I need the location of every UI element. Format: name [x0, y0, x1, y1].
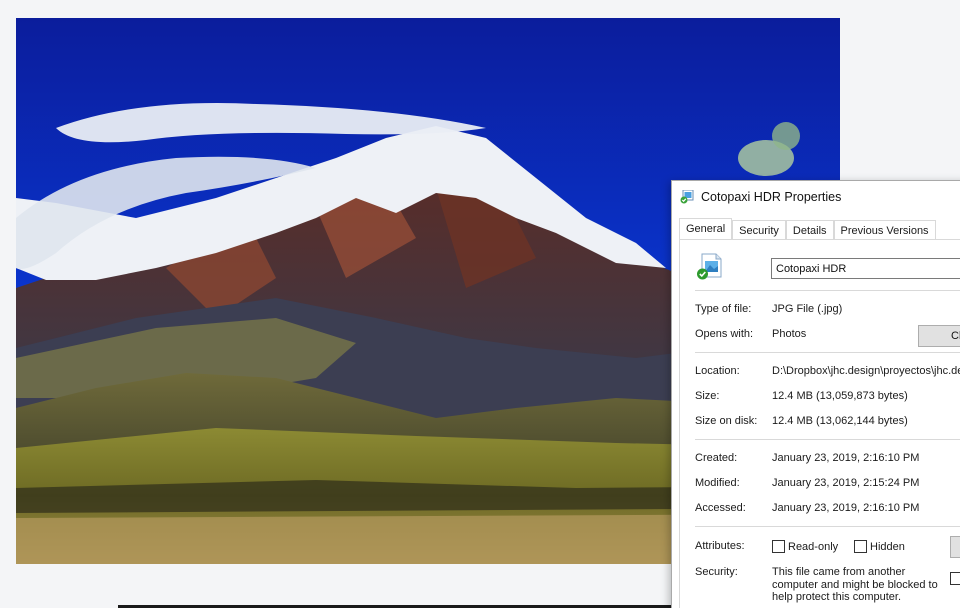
tab-previous-versions[interactable]: Previous Versions — [833, 220, 936, 240]
opens-with-value: Photos — [772, 328, 807, 340]
tab-strip: General Security Details Previous Versio… — [679, 218, 936, 240]
divider — [695, 290, 960, 291]
divider — [695, 526, 960, 527]
dialog-title: Cotopaxi HDR Properties — [701, 190, 842, 204]
general-panel: Type of file: JPG File (.jpg) Opens with… — [679, 239, 960, 608]
change-button[interactable]: Ch — [918, 325, 960, 347]
unblock-checkbox[interactable] — [950, 572, 960, 585]
tab-details[interactable]: Details — [785, 220, 834, 240]
location-label: Location: — [695, 365, 740, 377]
hidden-option[interactable]: Hidden — [854, 540, 905, 553]
hidden-label: Hidden — [870, 540, 905, 553]
size-on-disk-label: Size on disk: — [695, 415, 758, 427]
tab-general[interactable]: General — [679, 218, 733, 240]
hidden-checkbox[interactable] — [854, 540, 867, 553]
size-on-disk-value: 12.4 MB (13,062,144 bytes) — [772, 415, 908, 427]
readonly-label: Read-only — [788, 540, 839, 553]
type-value: JPG File (.jpg) — [772, 303, 843, 315]
divider — [695, 439, 960, 440]
title-bar[interactable]: Cotopaxi HDR Properties — [672, 181, 960, 213]
modified-label: Modified: — [695, 477, 740, 489]
readonly-option[interactable]: Read-only — [772, 540, 838, 553]
modified-value: January 23, 2019, 2:15:24 PM — [772, 477, 920, 489]
size-label: Size: — [695, 390, 720, 402]
created-value: January 23, 2019, 2:16:10 PM — [772, 452, 920, 464]
readonly-checkbox[interactable] — [772, 540, 785, 553]
tab-security[interactable]: Security — [732, 220, 786, 240]
accessed-value: January 23, 2019, 2:16:10 PM — [772, 502, 920, 514]
photo-file-icon — [696, 253, 724, 281]
type-label: Type of file: — [695, 303, 752, 315]
file-name-field[interactable] — [771, 258, 960, 279]
advanced-button[interactable] — [950, 536, 960, 558]
attributes-label: Attributes: — [695, 540, 745, 552]
image-file-icon — [680, 189, 694, 204]
size-value: 12.4 MB (13,059,873 bytes) — [772, 390, 908, 402]
accessed-label: Accessed: — [695, 502, 746, 514]
security-label: Security: — [695, 566, 738, 578]
location-value: D:\Dropbox\jhc.design\proyectos\jhc.des — [772, 365, 960, 377]
divider — [695, 352, 960, 353]
created-label: Created: — [695, 452, 738, 464]
security-message: This file came from another computer and… — [772, 566, 938, 603]
properties-dialog: Cotopaxi HDR Properties General Security… — [671, 180, 960, 608]
opens-with-label: Opens with: — [695, 328, 754, 340]
